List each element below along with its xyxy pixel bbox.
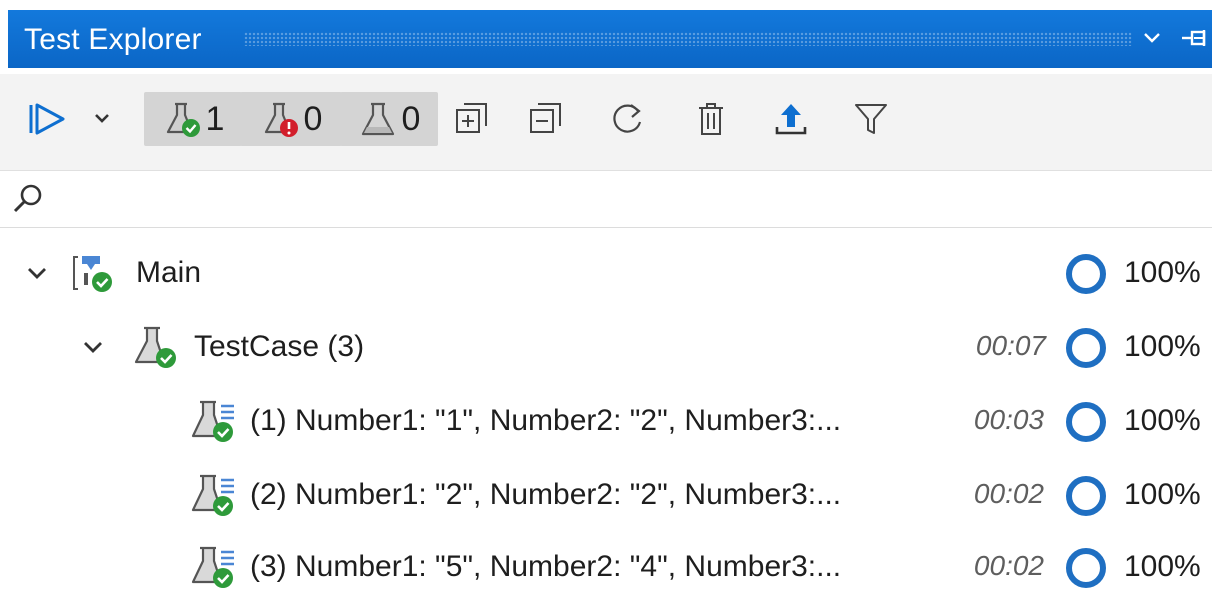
- tree-row-duration: 00:03: [973, 404, 1044, 435]
- tree-row-test-2[interactable]: (2) Number1: "2", Number2: "2", Number3:…: [0, 458, 1212, 532]
- tree-row-duration: 00:07: [975, 330, 1046, 361]
- not-run-tests-filter[interactable]: 0: [340, 92, 438, 146]
- flask-list-passed-icon: [191, 400, 234, 442]
- tree-row-label: (1) Number1: "1", Number2: "2", Number3:…: [250, 404, 842, 437]
- title-bar: Test Explorer: [0, 0, 1212, 74]
- flask-list-passed-icon: [191, 546, 234, 588]
- collapse-all-icon: [530, 103, 561, 133]
- window-title: Test Explorer: [24, 23, 202, 56]
- flask-failed-icon: [264, 102, 298, 137]
- tree-row-label: (2) Number1: "2", Number2: "2", Number3:…: [250, 478, 842, 511]
- filter-icon: [855, 104, 887, 134]
- export-button[interactable]: [768, 92, 814, 146]
- run-all-icon: [29, 103, 65, 135]
- chevron-down-icon[interactable]: [24, 260, 50, 286]
- expand-all-button[interactable]: [448, 92, 494, 146]
- coverage-percent: 100%: [1124, 550, 1201, 583]
- tree-row-test-1[interactable]: (1) Number1: "1", Number2: "2", Number3:…: [0, 384, 1212, 458]
- coverage-ring-icon: [1066, 402, 1106, 442]
- delete-button[interactable]: [690, 92, 732, 146]
- tree-row-duration: 00:02: [973, 478, 1044, 509]
- search-bar: [0, 171, 1212, 228]
- title-bar-fill: Test Explorer: [8, 10, 1212, 68]
- run-dropdown-button[interactable]: [86, 92, 118, 146]
- coverage-ring-icon: [1066, 328, 1106, 368]
- filter-button[interactable]: [848, 92, 894, 146]
- tree-row-main[interactable]: Main 100%: [0, 236, 1212, 310]
- collapse-all-button[interactable]: [522, 92, 568, 146]
- flask-list-passed-icon: [191, 474, 234, 516]
- expand-all-icon: [456, 103, 487, 133]
- upload-icon: [775, 104, 807, 135]
- flask-passed-icon: [134, 326, 176, 368]
- refresh-icon: [613, 104, 642, 133]
- passed-count: 1: [205, 99, 225, 138]
- title-grip[interactable]: [244, 32, 1132, 46]
- chevron-down-icon[interactable]: [1138, 24, 1166, 52]
- failed-tests-filter[interactable]: 0: [240, 92, 342, 146]
- flask-icon: [361, 102, 394, 136]
- tree-row-duration: 00:02: [973, 550, 1044, 581]
- coverage-percent: 100%: [1124, 330, 1201, 363]
- test-tree: Main 100% TestCase (3) 00:07 100% (1) Nu…: [0, 228, 1212, 594]
- flask-passed-icon: [166, 102, 200, 137]
- trash-icon: [699, 103, 723, 135]
- project-passed-icon: [73, 256, 112, 292]
- search-input[interactable]: [52, 179, 1196, 219]
- failed-count: 0: [303, 99, 323, 138]
- chevron-down-icon: [95, 114, 109, 123]
- passed-tests-filter[interactable]: 1: [144, 92, 242, 146]
- tree-row-test-3[interactable]: (3) Number1: "5", Number2: "4", Number3:…: [0, 530, 1212, 604]
- chevron-down-icon[interactable]: [80, 334, 106, 360]
- coverage-percent: 100%: [1124, 404, 1201, 437]
- coverage-ring-icon: [1066, 476, 1106, 516]
- pin-icon[interactable]: [1178, 22, 1212, 54]
- toolbar: 1 0 0: [0, 74, 1212, 171]
- run-all-button[interactable]: [18, 92, 78, 146]
- coverage-ring-icon: [1066, 548, 1106, 588]
- refresh-button[interactable]: [604, 92, 650, 146]
- coverage-percent: 100%: [1124, 256, 1201, 289]
- tree-row-label: TestCase (3): [194, 330, 365, 363]
- tree-row-testcase[interactable]: TestCase (3) 00:07 100%: [0, 310, 1212, 384]
- not-run-count: 0: [401, 99, 421, 138]
- tree-row-label: Main: [136, 256, 202, 289]
- tree-row-label: (3) Number1: "5", Number2: "4", Number3:…: [250, 550, 842, 583]
- coverage-percent: 100%: [1124, 478, 1201, 511]
- search-icon: [10, 181, 46, 217]
- coverage-ring-icon: [1066, 254, 1106, 294]
